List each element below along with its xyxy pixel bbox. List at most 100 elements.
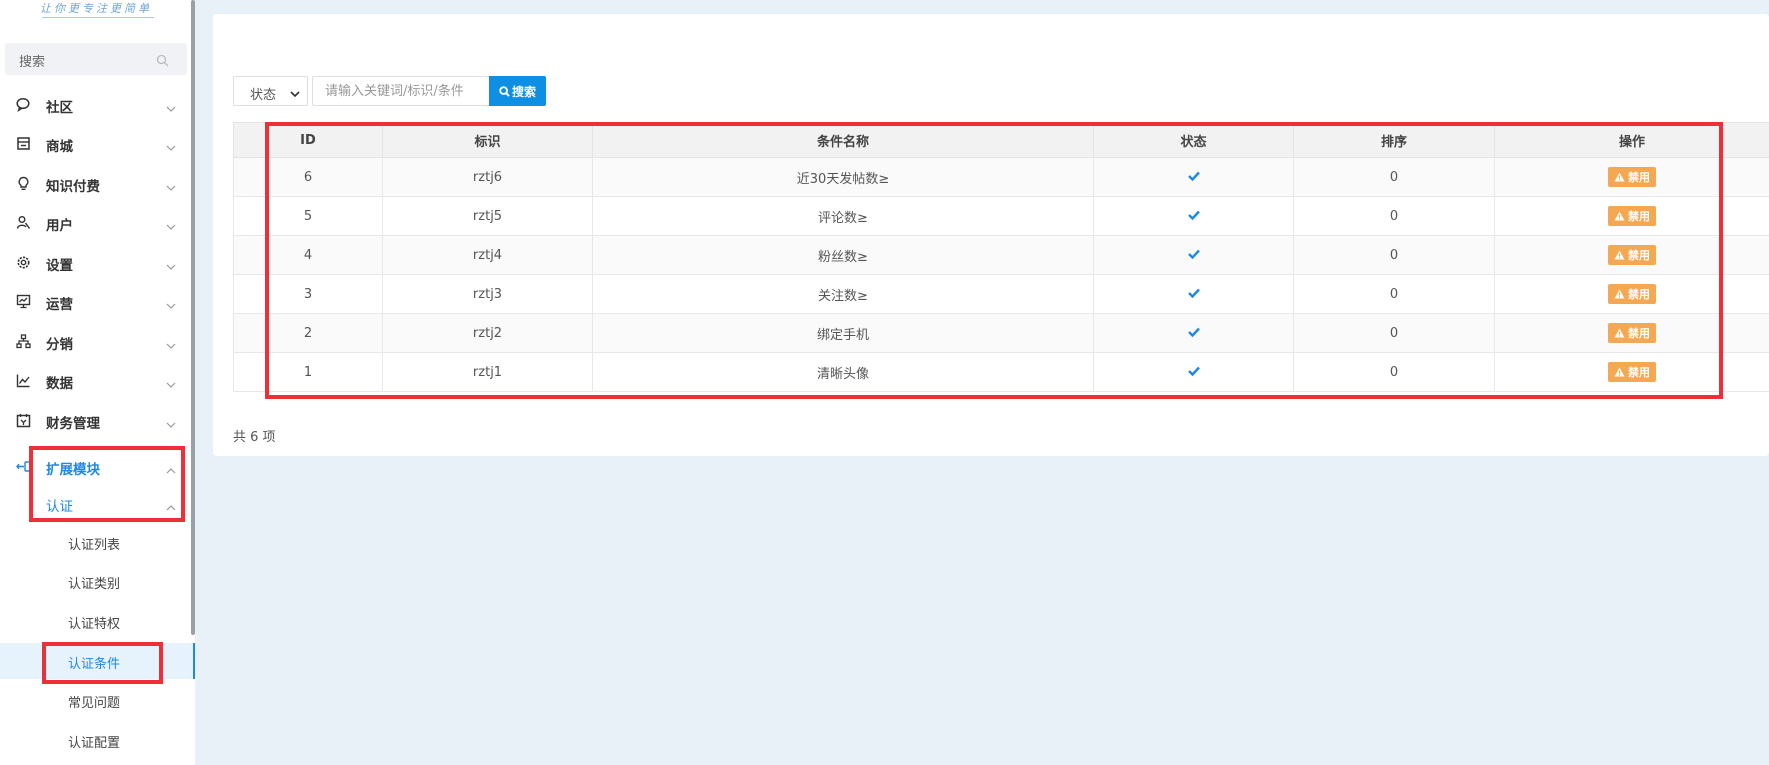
warning-icon — [1614, 367, 1625, 377]
disable-button-label: 禁用 — [1628, 288, 1650, 301]
chevron-down-icon — [166, 375, 176, 388]
chevron-down-icon — [166, 217, 176, 230]
sidebar-item-0[interactable]: 社区 — [0, 86, 190, 122]
disable-button[interactable]: 禁用 — [1608, 323, 1656, 343]
cell-action: 禁用 — [1494, 274, 1769, 314]
checkmark-icon — [1187, 365, 1200, 380]
table-row: 2 rztj2 绑定手机 0 禁用 — [233, 313, 1769, 353]
chevron-down-icon — [166, 415, 176, 428]
header-action: 操作 — [1494, 122, 1769, 158]
sidebar-item-label: 用户 — [46, 218, 73, 234]
cell-status — [1093, 352, 1294, 392]
sidebar-item-2[interactable]: 知识付费 — [0, 165, 190, 201]
sidebar-subitem-0[interactable]: 认证列表 — [0, 524, 195, 560]
search-icon — [156, 52, 169, 71]
cell-id: 1 — [233, 352, 383, 392]
cell-key: rztj6 — [382, 157, 593, 197]
cell-sort: 0 — [1293, 274, 1495, 314]
chevron-up-icon — [166, 498, 176, 517]
sidebar: 让你更专注更简单 搜索 社区 商城 知识付费 用户 设置 运营 分销 数据 财务管理 扩展模块 … — [0, 0, 195, 765]
sidebar-item-label: 分销 — [46, 337, 73, 353]
cell-action: 禁用 — [1494, 352, 1769, 392]
disable-button-label: 禁用 — [1628, 171, 1650, 184]
sidebar-item-8[interactable]: 财务管理 — [0, 402, 190, 438]
sidebar-subitem-3[interactable]: 认证条件 — [0, 643, 195, 679]
warning-icon — [1614, 172, 1625, 182]
sidebar-item-label: 知识付费 — [46, 179, 100, 195]
sidebar-item-label: 设置 — [46, 258, 73, 274]
sidebar-subitem-label: 常见问题 — [68, 696, 121, 711]
status-select[interactable]: 状态 — [233, 76, 308, 106]
main-panel: 状态 搜索 ID 标识 条件名称 状态 排序 操作 6rztj6近30天发 — [213, 14, 1769, 456]
sidebar-subitem-label: 认证列表 — [68, 538, 121, 553]
search-button-label: 搜索 — [511, 84, 536, 99]
cell-key: rztj5 — [382, 196, 593, 236]
disable-button[interactable]: 禁用 — [1608, 362, 1656, 382]
hierarchy-icon — [16, 334, 31, 349]
disable-button[interactable]: 禁用 — [1608, 284, 1656, 304]
cell-key: rztj2 — [382, 313, 593, 353]
search-button[interactable]: 搜索 — [489, 76, 546, 106]
sidebar-subitem-4[interactable]: 常见问题 — [0, 682, 195, 718]
sidebar-item-label: 扩展模块 — [46, 462, 100, 478]
chevron-down-icon — [166, 99, 176, 112]
conditions-table: ID 标识 条件名称 状态 排序 操作 6 rztj6 近30天发帖数≥ 0 禁用 5 rz… — [233, 122, 1769, 392]
chevron-up-icon — [166, 461, 176, 474]
status-select-value: 状态 — [250, 88, 277, 103]
cell-sort: 0 — [1293, 235, 1495, 275]
sidebar-item-label: 社区 — [46, 100, 73, 116]
chevron-down-icon — [166, 178, 176, 191]
search-icon — [499, 85, 510, 97]
logo: 让你更专注更简单 — [40, 2, 152, 15]
sidebar-subitem-label: 认证条件 — [68, 657, 121, 672]
line-chart-icon — [16, 373, 31, 388]
cell-status — [1093, 196, 1294, 236]
sidebar-subitem-1[interactable]: 认证类别 — [0, 563, 195, 599]
sidebar-item-7[interactable]: 数据 — [0, 362, 190, 398]
sidebar-item-label: 商城 — [46, 139, 73, 155]
cell-name: 绑定手机 — [592, 313, 1094, 353]
total-count: 共 6 项 — [233, 430, 276, 445]
sidebar-item-6[interactable]: 分销 — [0, 323, 190, 359]
sidebar-item-extension[interactable]: 扩展模块 — [0, 448, 190, 484]
sidebar-scrollbar[interactable] — [191, 0, 195, 635]
sidebar-item-4[interactable]: 设置 — [0, 244, 190, 280]
sidebar-item-label: 运营 — [46, 297, 73, 313]
cell-name: 清晰头像 — [592, 352, 1094, 392]
cell-status — [1093, 313, 1294, 353]
sidebar-item-1[interactable]: 商城 — [0, 125, 190, 161]
sidebar-search[interactable]: 搜索 — [5, 43, 187, 75]
checkmark-icon — [1187, 170, 1200, 185]
disable-button[interactable]: 禁用 — [1608, 245, 1656, 265]
checkmark-icon — [1187, 248, 1200, 263]
sidebar-item-label: 财务管理 — [46, 416, 100, 432]
header-name: 条件名称 — [592, 122, 1094, 158]
sidebar-subitem-5[interactable]: 认证配置 — [0, 722, 195, 758]
cell-key: rztj1 — [382, 352, 593, 392]
chevron-down-icon — [166, 138, 176, 151]
chevron-down-icon — [290, 87, 300, 102]
disable-button-label: 禁用 — [1628, 249, 1650, 262]
header-id: ID — [233, 122, 383, 158]
sidebar-item-5[interactable]: 运营 — [0, 283, 190, 319]
cell-status — [1093, 235, 1294, 275]
sidebar-subitem-2[interactable]: 认证特权 — [0, 603, 195, 639]
chevron-down-icon — [166, 257, 176, 270]
warning-icon — [1614, 211, 1625, 221]
disable-button[interactable]: 禁用 — [1608, 167, 1656, 187]
keyword-input[interactable] — [312, 76, 491, 106]
chat-icon — [16, 97, 31, 113]
disable-button[interactable]: 禁用 — [1608, 206, 1656, 226]
table-row: 4 rztj4 粉丝数≥ 0 禁用 — [233, 235, 1769, 275]
active-indicator — [193, 643, 195, 679]
cell-name: 评论数≥ — [592, 196, 1094, 236]
lightbulb-icon — [16, 176, 31, 191]
sidebar-subitem-label: 认证配置 — [68, 736, 121, 751]
sidebar-item-3[interactable]: 用户 — [0, 204, 190, 240]
sidebar-group-certification[interactable]: 认证 — [0, 485, 190, 521]
checkmark-icon — [1187, 209, 1200, 224]
cell-status — [1093, 157, 1294, 197]
warning-icon — [1614, 289, 1625, 299]
finance-calendar-icon — [16, 413, 31, 428]
shop-icon — [16, 136, 31, 151]
